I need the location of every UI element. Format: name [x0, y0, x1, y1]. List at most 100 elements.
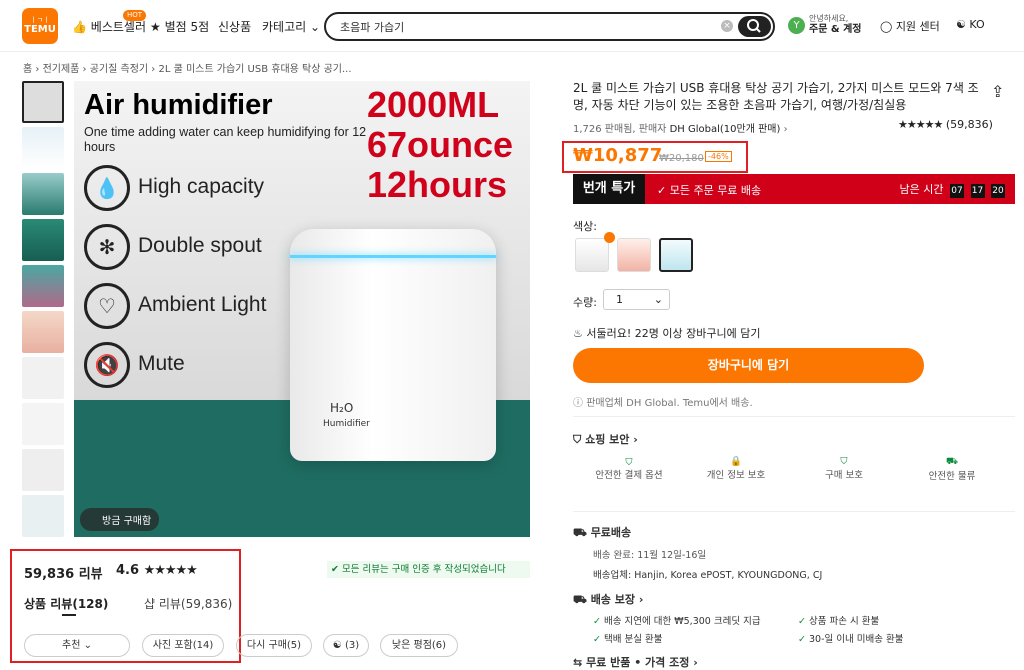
- info-icon: ⓘ: [573, 398, 583, 409]
- tab-shop-reviews[interactable]: 샵 리뷰(59,836): [144, 595, 232, 612]
- thumbnail[interactable]: [22, 81, 64, 123]
- stars-icon: ★★★★★: [898, 118, 943, 131]
- search-box[interactable]: 초음파 가습기 ×: [324, 12, 775, 41]
- language-selector[interactable]: ☯ KO: [956, 18, 985, 31]
- shipping-title: 무료배송: [590, 526, 632, 539]
- flash-deal-banner: 번개 특가 ✓ 모든 주문 무료 배송 남은 시간 07 17 20: [573, 174, 1015, 204]
- language-label: KO: [969, 18, 985, 31]
- feature-label: Mute: [138, 352, 185, 375]
- carrier-kyoungdong: KYOUNGDONG,: [737, 570, 810, 581]
- support-link[interactable]: ◯ 지원 센터: [880, 18, 940, 34]
- quantity-select[interactable]: 1 ⌄: [603, 289, 670, 310]
- seller-link[interactable]: DH Global(10만개 판매): [670, 124, 781, 135]
- sold-count: 1,726 판매됨,: [573, 124, 636, 135]
- thumbnail[interactable]: [22, 173, 64, 215]
- humidifier-device: H₂O Humidifier: [290, 229, 496, 461]
- original-price: ₩20,180: [659, 153, 704, 164]
- korea-flag-icon: ☯: [956, 18, 966, 31]
- returns-title: 무료 반품 • 가격 조정: [586, 656, 690, 669]
- review-count[interactable]: 59,836 리뷰: [24, 563, 103, 582]
- price: ₩10,877: [573, 145, 663, 166]
- thumbnail[interactable]: [22, 311, 64, 353]
- add-to-cart-button[interactable]: 장바구니에 담기: [573, 348, 924, 383]
- color-swatch-white[interactable]: [575, 238, 609, 272]
- search-button[interactable]: [738, 16, 771, 37]
- shield-check-icon: ✔: [331, 564, 339, 575]
- thumbnail[interactable]: [22, 265, 64, 307]
- color-swatch-pink[interactable]: [617, 238, 651, 272]
- stars-icon: ★★★★★: [143, 563, 198, 578]
- tab-product-reviews[interactable]: 상품 리뷰(128): [24, 595, 108, 612]
- review-rating: 4.6 ★★★★★: [116, 563, 198, 578]
- hurry-notice: ♨ 서둘러요! 22명 이상 장바구니에 담기: [573, 325, 760, 341]
- shopping-security[interactable]: ⛉ 쇼핑 보안 ›: [573, 431, 638, 447]
- greeting: 안녕하세요,: [809, 14, 849, 23]
- active-tab-indicator: [62, 614, 76, 616]
- nav-five-star[interactable]: ★ 별점 5점: [150, 18, 209, 35]
- feature-label: Ambient Light: [138, 293, 267, 316]
- spec-capacity: 2000ML: [367, 84, 500, 125]
- thumbnail[interactable]: [22, 449, 64, 491]
- lock-icon: 🔒: [730, 456, 742, 467]
- nav-label: 별점 5점: [164, 20, 210, 34]
- shield-icon: ⛉: [573, 433, 582, 446]
- rating-count: (59,836): [945, 118, 993, 131]
- clear-icon[interactable]: ×: [721, 20, 733, 32]
- thumbnail[interactable]: [22, 495, 64, 537]
- free-returns[interactable]: ⇆ 무료 반품 • 가격 조정 ›: [573, 654, 698, 670]
- image-title: Air humidifier: [84, 89, 273, 121]
- quantity-value: 1: [616, 293, 623, 306]
- crumb-home[interactable]: 홈: [23, 64, 32, 75]
- thumbnail[interactable]: [22, 357, 64, 399]
- product-main-image[interactable]: Air humidifier One time adding water can…: [74, 81, 530, 537]
- free-shipping[interactable]: ⛟ 무료배송: [573, 524, 631, 541]
- spec-ounce: 67ounce: [367, 124, 514, 165]
- filter-photo[interactable]: 사진 포함(14): [142, 634, 224, 657]
- feature-label: High capacity: [138, 175, 265, 198]
- seller-note: ⓘ 판매업체 DH Global. Temu에서 배송.: [573, 394, 753, 409]
- flash-shipping: ✓ 모든 주문 무료 배송: [657, 182, 761, 198]
- delivery-guarantee[interactable]: ⛟ 배송 보장 ›: [573, 591, 643, 608]
- chevron-down-icon: ⌄: [310, 20, 321, 34]
- nav-new[interactable]: 신상품: [218, 18, 251, 35]
- flash-label: 번개 특가: [573, 174, 645, 204]
- search-input[interactable]: 초음파 가습기: [340, 19, 404, 35]
- filter-label: (3): [344, 640, 360, 651]
- fan-icon: ✻: [84, 224, 130, 270]
- filter-recommend[interactable]: 추천 ⌄: [24, 634, 130, 657]
- crumb-air-quality[interactable]: 공기질 측정기: [90, 64, 148, 75]
- filter-low-rating[interactable]: 낮은 평점(6): [380, 634, 458, 657]
- color-swatch-blue[interactable]: [659, 238, 693, 272]
- mute-icon: 🔇: [84, 342, 130, 388]
- guarantee-text: 30-일 이내 미배송 환불: [809, 634, 904, 645]
- nav-category[interactable]: 카테고리 ⌄: [262, 18, 320, 35]
- temu-logo[interactable]: ㅣㄱㅣ TEMU: [22, 8, 58, 44]
- product-rating[interactable]: ★★★★★ (59,836): [898, 118, 993, 131]
- thumbnail[interactable]: [22, 127, 64, 169]
- guarantee-item: ✓ 상품 파손 시 환불: [798, 616, 880, 627]
- nav-label: 베스트셀러: [90, 20, 146, 34]
- timer-minutes: 17: [970, 184, 985, 198]
- header: ㅣㄱㅣ TEMU 👍 베스트셀러 HOT ★ 별점 5점 신상품 카테고리 ⌄ …: [0, 0, 1024, 52]
- shield-icon: ⛉: [840, 456, 848, 467]
- carrier-cj: CJ: [812, 570, 823, 581]
- guarantee-text: 배송 지연에 대한 ₩5,300 크레딧 지급: [604, 616, 761, 627]
- breadcrumb: 홈 › 전기제품 › 공기질 측정기 › 2L 쿨 미스트 가습기 USB 휴대…: [23, 64, 352, 75]
- nav-label: 카테고리: [262, 20, 307, 34]
- filter-country[interactable]: ☯ (3): [323, 634, 369, 657]
- filter-repurchase[interactable]: 다시 구매(5): [236, 634, 312, 657]
- safe-payment: ⛉ 안전한 결제 옵션: [593, 456, 665, 482]
- countdown: 남은 시간 07 17 20: [900, 181, 1005, 198]
- flame-icon: ♨: [573, 327, 583, 340]
- account-menu[interactable]: 안녕하세요, 주문 & 계정: [809, 13, 861, 35]
- crumb-electronics[interactable]: 전기제품: [43, 64, 80, 75]
- thumbnail[interactable]: [22, 403, 64, 445]
- thumbnail[interactable]: [22, 219, 64, 261]
- guarantee-item: ✓ 택배 분실 환불: [593, 634, 663, 645]
- hurry-text: 서둘러요! 22명 이상 장바구니에 담기: [586, 327, 761, 340]
- support-label: 지원 센터: [895, 20, 940, 33]
- korea-flag-icon: ☯: [332, 640, 342, 651]
- truck-icon: ⛟: [946, 456, 958, 467]
- avatar[interactable]: Y: [788, 17, 805, 34]
- share-icon[interactable]: ⇪: [991, 82, 1004, 101]
